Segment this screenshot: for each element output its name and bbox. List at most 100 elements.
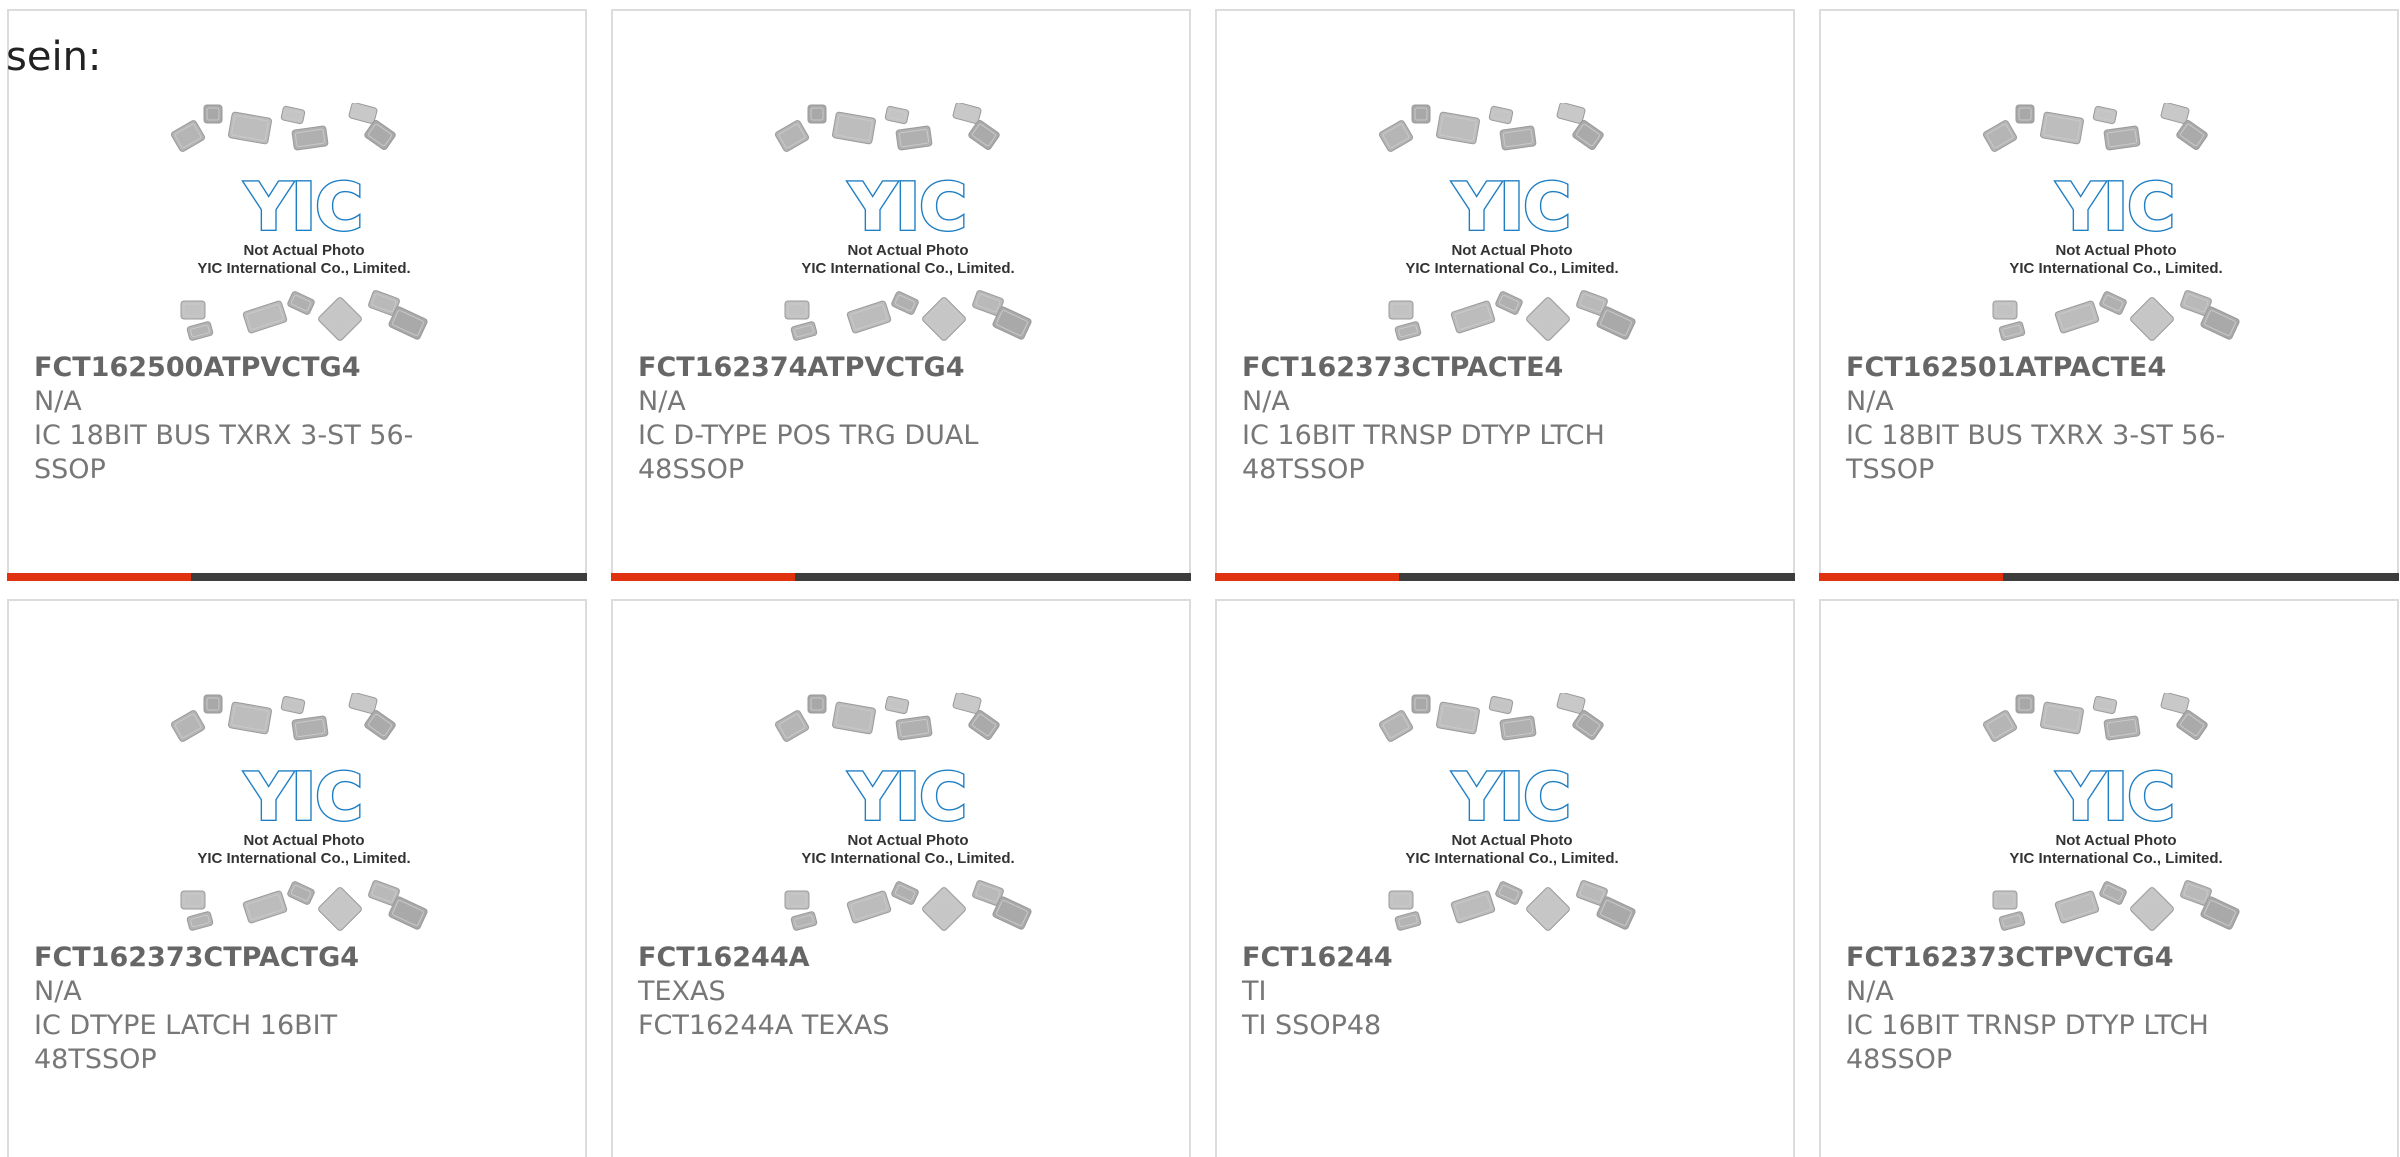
chip-icon bbox=[170, 710, 206, 742]
placeholder-image: YICYICNot Actual PhotoYIC International … bbox=[170, 103, 428, 341]
yic-logo: YICYIC bbox=[2054, 759, 2176, 837]
product-card[interactable]: YIC YIC Not Actual Photo YIC International … bbox=[1819, 599, 2399, 1157]
chip-icon bbox=[2054, 890, 2100, 924]
chip-icon bbox=[228, 701, 272, 735]
chip-icon bbox=[2092, 105, 2118, 125]
card-footer-accent bbox=[7, 573, 191, 581]
caption-line-1: Not Actual Photo bbox=[243, 242, 364, 259]
description: IC 18BIT BUS TXRX 3-ST 56-SSOP bbox=[34, 420, 414, 485]
part-number: FCT16244 bbox=[1242, 942, 1393, 973]
chip-icon bbox=[895, 715, 933, 741]
chip-icon bbox=[2015, 694, 2035, 714]
manufacturer: N/A bbox=[34, 386, 82, 417]
svg-text:YIC: YIC bbox=[848, 761, 966, 835]
chip-icon bbox=[2103, 125, 2141, 151]
chip-icon bbox=[180, 890, 206, 910]
intro-text: sein: bbox=[6, 34, 102, 80]
chip-row-top bbox=[774, 103, 1000, 152]
yic-logo: YICYIC bbox=[846, 169, 968, 247]
chip-icon bbox=[807, 694, 827, 714]
chip-icon bbox=[784, 300, 810, 320]
part-number: FCT16244A bbox=[638, 942, 810, 973]
chip-icon bbox=[364, 120, 396, 150]
chip-icon bbox=[952, 693, 982, 714]
chip-icon bbox=[1488, 695, 1514, 715]
chip-icon bbox=[1495, 881, 1523, 905]
product-card[interactable]: YIC YIC Not Actual Photo YIC International … bbox=[1215, 9, 1795, 581]
product-card[interactable]: YIC YIC Not Actual Photo YIC International … bbox=[1215, 599, 1795, 1157]
caption-line-1: Not Actual Photo bbox=[2055, 832, 2176, 849]
chip-icon bbox=[884, 105, 910, 125]
product-card[interactable]: YIC YIC Not Actual Photo YIC International … bbox=[611, 9, 1191, 581]
caption-line-2: YIC International Co., Limited. bbox=[1405, 260, 1618, 277]
chip-icon bbox=[280, 695, 306, 715]
description: IC 18BIT BUS TXRX 3-ST 56-TSSOP bbox=[1846, 420, 2226, 485]
caption-line-2: YIC International Co., Limited. bbox=[2009, 850, 2222, 867]
product-info: FCT16244 TI TI SSOP48 bbox=[1242, 941, 1662, 1043]
product-card[interactable]: YIC YIC Not Actual Photo YIC International … bbox=[7, 9, 587, 581]
chip-row-top bbox=[170, 103, 396, 152]
card-footer-bar bbox=[7, 573, 587, 581]
description: TI SSOP48 bbox=[1242, 1010, 1382, 1041]
chip-icon bbox=[807, 104, 827, 124]
chip-icon bbox=[1378, 120, 1414, 152]
chip-icon bbox=[280, 105, 306, 125]
description: IC DTYPE LATCH 16BIT 48TSSOP bbox=[34, 1010, 338, 1075]
caption-line-1: Not Actual Photo bbox=[243, 832, 364, 849]
card-footer-accent bbox=[1819, 573, 2003, 581]
chip-icon bbox=[1436, 701, 1480, 735]
svg-text:YIC: YIC bbox=[2056, 761, 2174, 835]
chip-icon bbox=[832, 701, 876, 735]
chip-icon bbox=[784, 890, 810, 910]
chip-icon bbox=[1526, 297, 1570, 341]
chip-icon bbox=[846, 890, 892, 924]
yic-logo: YICYIC bbox=[846, 759, 968, 837]
chip-icon bbox=[922, 297, 966, 341]
chip-icon bbox=[1572, 120, 1604, 150]
chip-row-bottom bbox=[1388, 880, 1636, 931]
description: IC D-TYPE POS TRG DUAL 48SSOP bbox=[638, 420, 979, 485]
chip-icon bbox=[291, 125, 329, 151]
chip-icon bbox=[1450, 890, 1496, 924]
chip-icon bbox=[318, 297, 362, 341]
manufacturer: N/A bbox=[1846, 976, 1894, 1007]
chip-icon bbox=[1411, 694, 1431, 714]
product-card[interactable]: YIC YIC Not Actual Photo YIC International … bbox=[7, 599, 587, 1157]
part-number: FCT162373CTPVCTG4 bbox=[1846, 942, 2174, 973]
svg-text:YIC: YIC bbox=[848, 171, 966, 245]
part-number: FCT162374ATPVCTG4 bbox=[638, 352, 965, 383]
chip-icon bbox=[2176, 120, 2208, 150]
card-footer-accent bbox=[1215, 573, 1399, 581]
caption-line-1: Not Actual Photo bbox=[1451, 832, 1572, 849]
chip-row-bottom bbox=[180, 880, 428, 931]
chip-icon bbox=[1992, 300, 2018, 320]
chip-icon bbox=[2040, 701, 2084, 735]
chip-icon bbox=[364, 710, 396, 740]
product-card[interactable]: YIC YIC Not Actual Photo YIC International … bbox=[611, 599, 1191, 1157]
chip-icon bbox=[968, 120, 1000, 150]
chip-row-top bbox=[1378, 103, 1604, 152]
product-card[interactable]: YIC YIC Not Actual Photo YIC International … bbox=[1819, 9, 2399, 581]
chip-row-bottom bbox=[784, 880, 1032, 931]
card-footer-accent bbox=[611, 573, 795, 581]
chip-icon bbox=[1499, 125, 1537, 151]
yic-logo: YICYIC bbox=[1450, 169, 1572, 247]
card-footer-bar bbox=[1819, 573, 2399, 581]
part-number: FCT162373CTPACTG4 bbox=[34, 942, 360, 973]
chip-icon bbox=[891, 881, 919, 905]
manufacturer: N/A bbox=[34, 976, 82, 1007]
chip-icon bbox=[1556, 693, 1586, 714]
manufacturer: TI bbox=[1242, 976, 1267, 1007]
chip-icon bbox=[891, 291, 919, 315]
chip-icon bbox=[1450, 300, 1496, 334]
chip-icon bbox=[1982, 710, 2018, 742]
chip-icon bbox=[2130, 297, 2174, 341]
svg-text:YIC: YIC bbox=[1452, 171, 1570, 245]
caption-line-1: Not Actual Photo bbox=[847, 832, 968, 849]
chip-icon bbox=[1495, 291, 1523, 315]
yic-logo: YICYIC bbox=[242, 169, 364, 247]
product-grid-page: sein: YIC YIC Not Actual Photo YIC Internat… bbox=[0, 0, 2400, 1157]
svg-text:YIC: YIC bbox=[1452, 761, 1570, 835]
chip-icon bbox=[203, 104, 223, 124]
yic-logo: YICYIC bbox=[1450, 759, 1572, 837]
